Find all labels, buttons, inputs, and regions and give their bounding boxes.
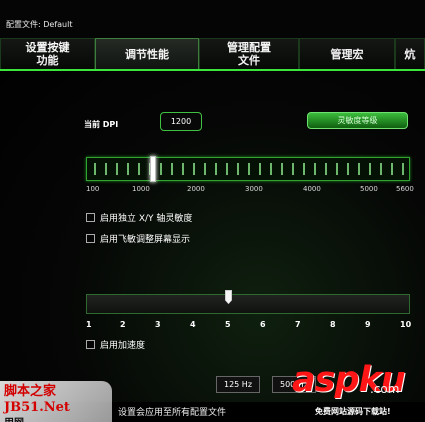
dpi-tick	[314, 163, 316, 175]
dpi-scale-4000: 4000	[303, 185, 321, 193]
watermark-right: aspku .com 免费网站源码下载站!	[288, 360, 425, 422]
dpi-tick	[237, 163, 239, 175]
dpi-tick	[259, 163, 261, 175]
profile-bar: 配置文件: Default	[0, 0, 425, 38]
accel-scale-1: 1	[86, 320, 92, 329]
acceleration-option[interactable]: 启用加速度	[86, 338, 145, 351]
watermark-left-small: 用网	[4, 416, 108, 422]
accel-scale-2: 2	[120, 320, 126, 329]
watermark-slogan: 免费网站源码下载站!	[315, 407, 391, 416]
dpi-tick	[215, 163, 217, 175]
dpi-tick	[402, 163, 404, 175]
sensitivity-levels-button[interactable]: 灵敏度等级	[307, 112, 408, 129]
dpi-scale-100: 100	[86, 185, 100, 193]
dpi-tick	[204, 163, 206, 175]
dpi-tick	[248, 163, 250, 175]
dpi-tick	[116, 163, 118, 175]
accel-scale-10: 10	[400, 320, 412, 329]
dpi-tick	[281, 163, 283, 175]
dpi-tick	[171, 163, 173, 175]
watermark-left-domain: JB51.Net	[4, 400, 70, 415]
independent-xy-checkbox[interactable]	[86, 213, 95, 222]
current-dpi-label: 当前 DPI	[84, 120, 119, 129]
dpi-tick	[94, 163, 96, 175]
dpi-slider-thumb[interactable]	[150, 156, 156, 182]
accel-scale-8: 8	[330, 320, 336, 329]
watermark-left: 脚本之家 JB51.Net 用网	[0, 381, 112, 422]
tab-manage-macros[interactable]: 管理宏	[299, 38, 395, 70]
accel-scale-3: 3	[155, 320, 161, 329]
sensitivity-osd-option[interactable]: 启用飞敏调整屏幕显示	[86, 232, 190, 245]
accel-scale-7: 7	[295, 320, 301, 329]
dpi-tick	[358, 163, 360, 175]
accel-scale-9: 9	[365, 320, 371, 329]
dpi-tick	[380, 163, 382, 175]
independent-xy-label: 启用独立 X/Y 轴灵敏度	[100, 214, 193, 224]
polling-rate-125[interactable]: 125 Hz	[216, 376, 260, 393]
dpi-tick	[105, 163, 107, 175]
tab-partial[interactable]: 炕	[395, 38, 425, 70]
tab-tune-performance[interactable]: 调节性能	[95, 38, 199, 70]
watermark-domain: .com	[370, 382, 400, 396]
watermark-left-title: 脚本之家	[4, 384, 57, 399]
dpi-tick	[127, 163, 129, 175]
dpi-tick	[303, 163, 305, 175]
profile-label: 配置文件: Default	[6, 20, 73, 29]
acceleration-checkbox[interactable]	[86, 340, 95, 349]
sensitivity-osd-checkbox[interactable]	[86, 234, 95, 243]
settings-note: 设置会应用至所有配置文件	[118, 408, 227, 418]
dpi-tick	[160, 163, 162, 175]
dpi-tick	[336, 163, 338, 175]
accel-scale-4: 4	[190, 320, 196, 329]
dpi-scale-3000: 3000	[245, 185, 263, 193]
dpi-tick	[292, 163, 294, 175]
dpi-tick	[226, 163, 228, 175]
acceleration-slider[interactable]	[86, 294, 410, 314]
dpi-tick	[138, 163, 140, 175]
tab-button-function[interactable]: 设置按键 功能	[0, 38, 95, 70]
sensitivity-osd-label: 启用飞敏调整屏幕显示	[100, 235, 191, 245]
dpi-tick	[193, 163, 195, 175]
accel-scale-6: 6	[260, 320, 266, 329]
dpi-tick	[391, 163, 393, 175]
dpi-tick	[347, 163, 349, 175]
dpi-tick	[182, 163, 184, 175]
independent-xy-option[interactable]: 启用独立 X/Y 轴灵敏度	[86, 211, 192, 224]
dpi-tick	[325, 163, 327, 175]
dpi-scale-5600: 5600	[396, 185, 414, 193]
dpi-value-box[interactable]: 1200	[160, 112, 202, 131]
dpi-scale-2000: 2000	[187, 185, 205, 193]
dpi-scale-5000: 5000	[360, 185, 378, 193]
dpi-slider[interactable]	[86, 157, 410, 181]
tab-manage-profiles[interactable]: 管理配置 文件	[199, 38, 299, 70]
accel-scale-5: 5	[225, 320, 231, 329]
dpi-tick	[369, 163, 371, 175]
dpi-scale-1000: 1000	[132, 185, 150, 193]
acceleration-label: 启用加速度	[100, 341, 146, 351]
dpi-tick	[270, 163, 272, 175]
